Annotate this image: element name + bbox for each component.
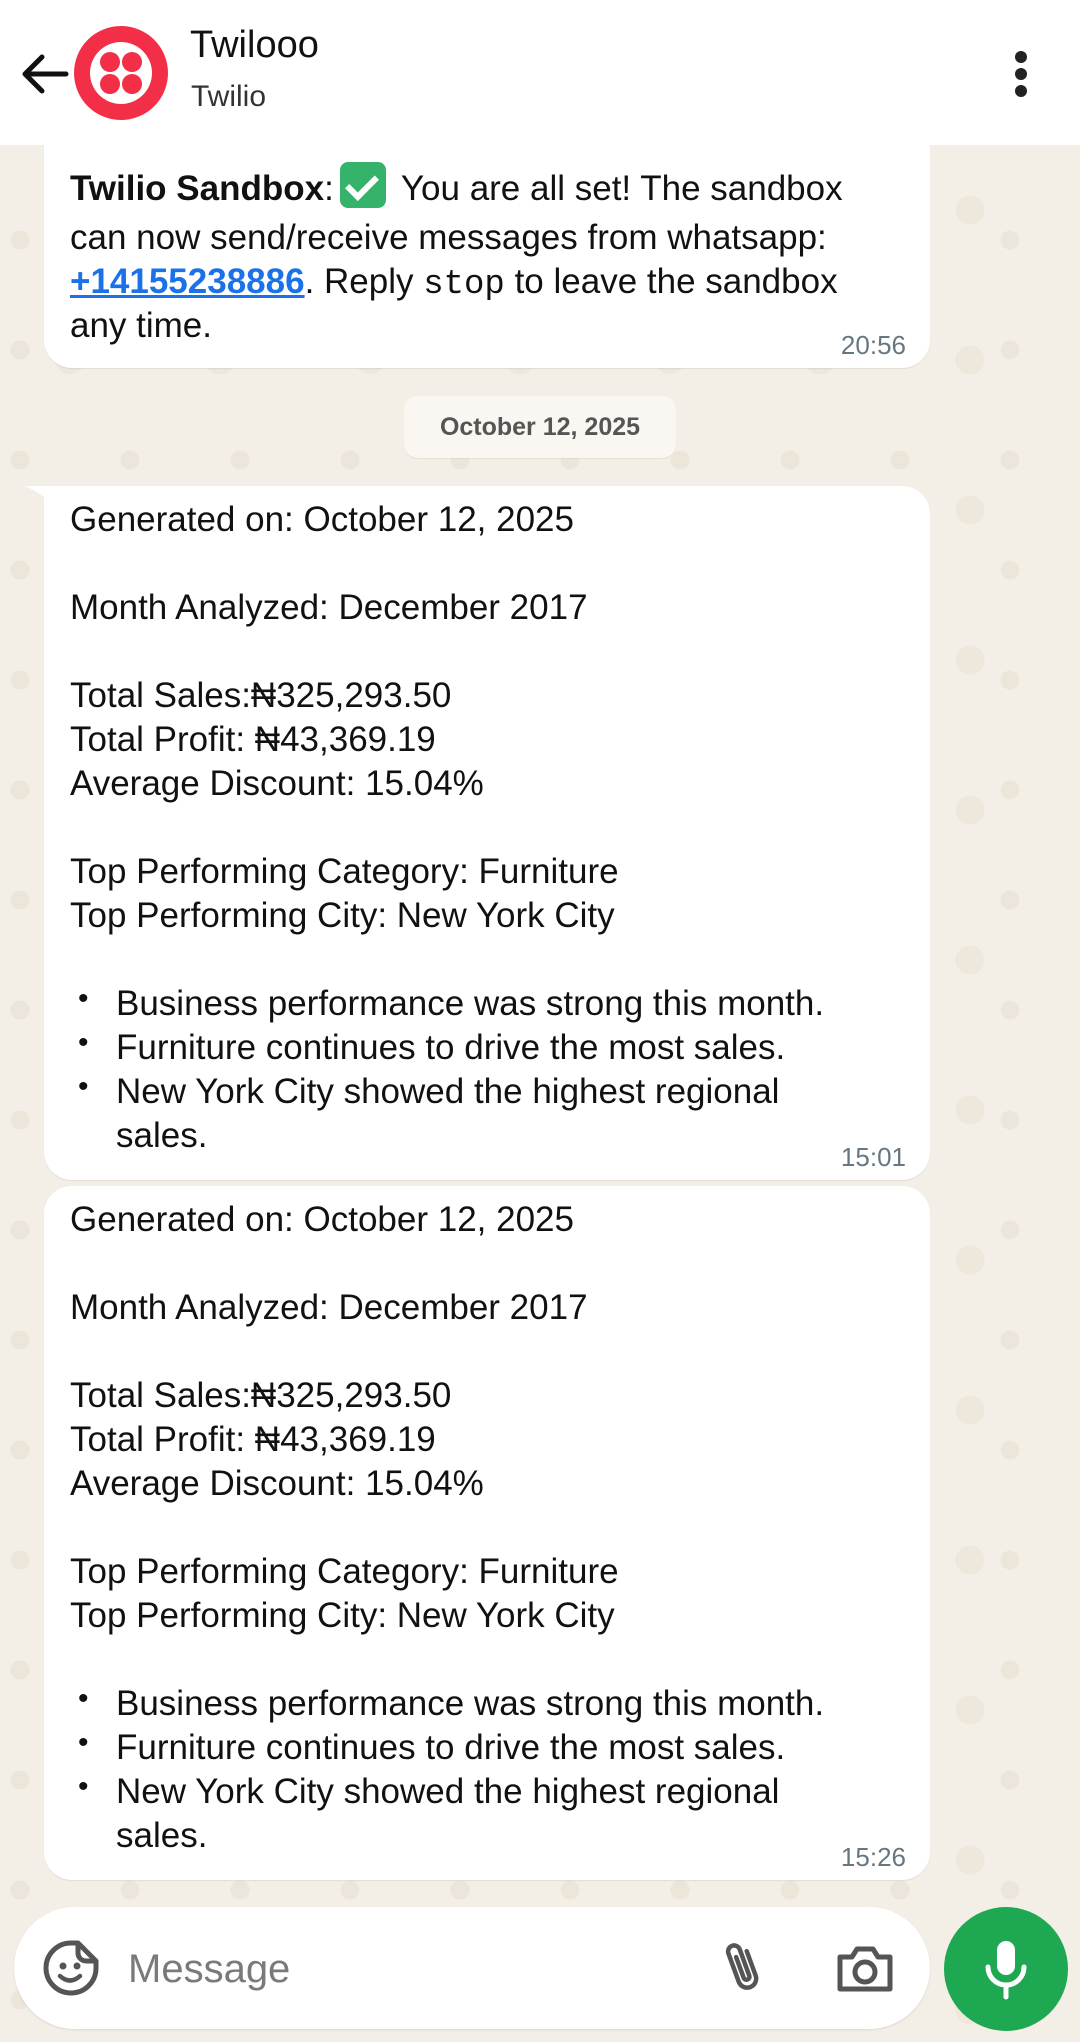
report-sales: Total Sales:₦325,293.50 — [70, 676, 452, 715]
bullet-icon: • — [78, 1770, 89, 1803]
inline-code: stop — [423, 266, 505, 304]
report-bullet: sales. — [116, 1116, 208, 1155]
twilio-logo-icon — [90, 42, 152, 104]
report-city: Top Performing City: New York City — [70, 896, 615, 935]
message-time: 15:26 — [840, 1842, 906, 1872]
mic-icon — [985, 1941, 1027, 2000]
message-input[interactable] — [126, 1935, 690, 2003]
bullet-icon: • — [78, 982, 89, 1015]
date-divider: October 12, 2025 — [404, 396, 676, 458]
paperclip-icon — [725, 1943, 759, 1990]
report-city: Top Performing City: New York City — [70, 1596, 615, 1635]
message-composer — [14, 1907, 930, 2029]
report-discount: Average Discount: 15.04% — [70, 1464, 484, 1503]
message-text: any time. — [70, 306, 212, 345]
report-month: Month Analyzed: December 2017 — [70, 1288, 588, 1327]
bullet-icon: • — [78, 1726, 89, 1759]
camera-button[interactable] — [834, 1939, 896, 1997]
report-bullet: Furniture continues to drive the most sa… — [116, 1028, 786, 1067]
contact-name[interactable]: Twilooo — [190, 24, 319, 67]
avatar[interactable] — [74, 26, 168, 120]
report-bullet: New York City showed the highest regiona… — [116, 1772, 780, 1811]
report-profit: Total Profit: ₦43,369.19 — [70, 1420, 436, 1459]
report-bullet: Business performance was strong this mon… — [116, 984, 825, 1023]
report-month: Month Analyzed: December 2017 — [70, 588, 588, 627]
arrow-left-icon — [22, 54, 69, 94]
report-bullet: New York City showed the highest regiona… — [116, 1072, 780, 1111]
message-bubble[interactable]: Generated on: October 12, 2025 Month Ana… — [44, 486, 930, 1180]
voice-message-button[interactable] — [944, 1907, 1068, 2031]
report-discount: Average Discount: 15.04% — [70, 764, 484, 803]
report-category: Top Performing Category: Furniture — [70, 852, 619, 891]
check-mark-button-emoji — [339, 162, 386, 208]
report-bullet: Business performance was strong this mon… — [116, 1684, 825, 1723]
sender-label: Twilio Sandbox — [70, 169, 325, 208]
report-profit: Total Profit: ₦43,369.19 — [70, 720, 436, 759]
report-generated: Generated on: October 12, 2025 — [70, 500, 574, 539]
more-options-button[interactable] — [1000, 44, 1044, 104]
back-button[interactable] — [14, 44, 74, 104]
report-sales: Total Sales:₦325,293.50 — [70, 1376, 452, 1415]
report-bullet: Furniture continues to drive the most sa… — [116, 1728, 786, 1767]
report-category: Top Performing Category: Furniture — [70, 1552, 619, 1591]
message-time: 20:56 — [840, 330, 906, 360]
attach-button[interactable] — [714, 1937, 774, 1997]
phone-link[interactable]: +14155238886 — [70, 262, 305, 301]
chat-header: Twilooo Twilio — [0, 0, 1080, 145]
bullet-icon: • — [78, 1070, 89, 1103]
emoji-button[interactable] — [42, 1939, 100, 1997]
message-text: You are all set! The sandbox — [391, 169, 843, 208]
bullet-icon: • — [78, 1026, 89, 1059]
message-text: can now send/receive messages from whats… — [70, 218, 827, 257]
sticker-icon — [43, 1940, 99, 1996]
contact-subtitle[interactable]: Twilio — [191, 80, 266, 114]
bullet-icon: • — [78, 1682, 89, 1715]
message-time: 15:01 — [840, 1142, 906, 1172]
message-bubble[interactable]: Generated on: October 12, 2025 Month Ana… — [44, 1186, 930, 1880]
report-bullet: sales. — [116, 1816, 208, 1855]
message-bubble[interactable]: Twilio Sandbox: You are all set! The san… — [44, 120, 930, 368]
camera-icon — [837, 1946, 893, 1992]
report-generated: Generated on: October 12, 2025 — [70, 1200, 574, 1239]
